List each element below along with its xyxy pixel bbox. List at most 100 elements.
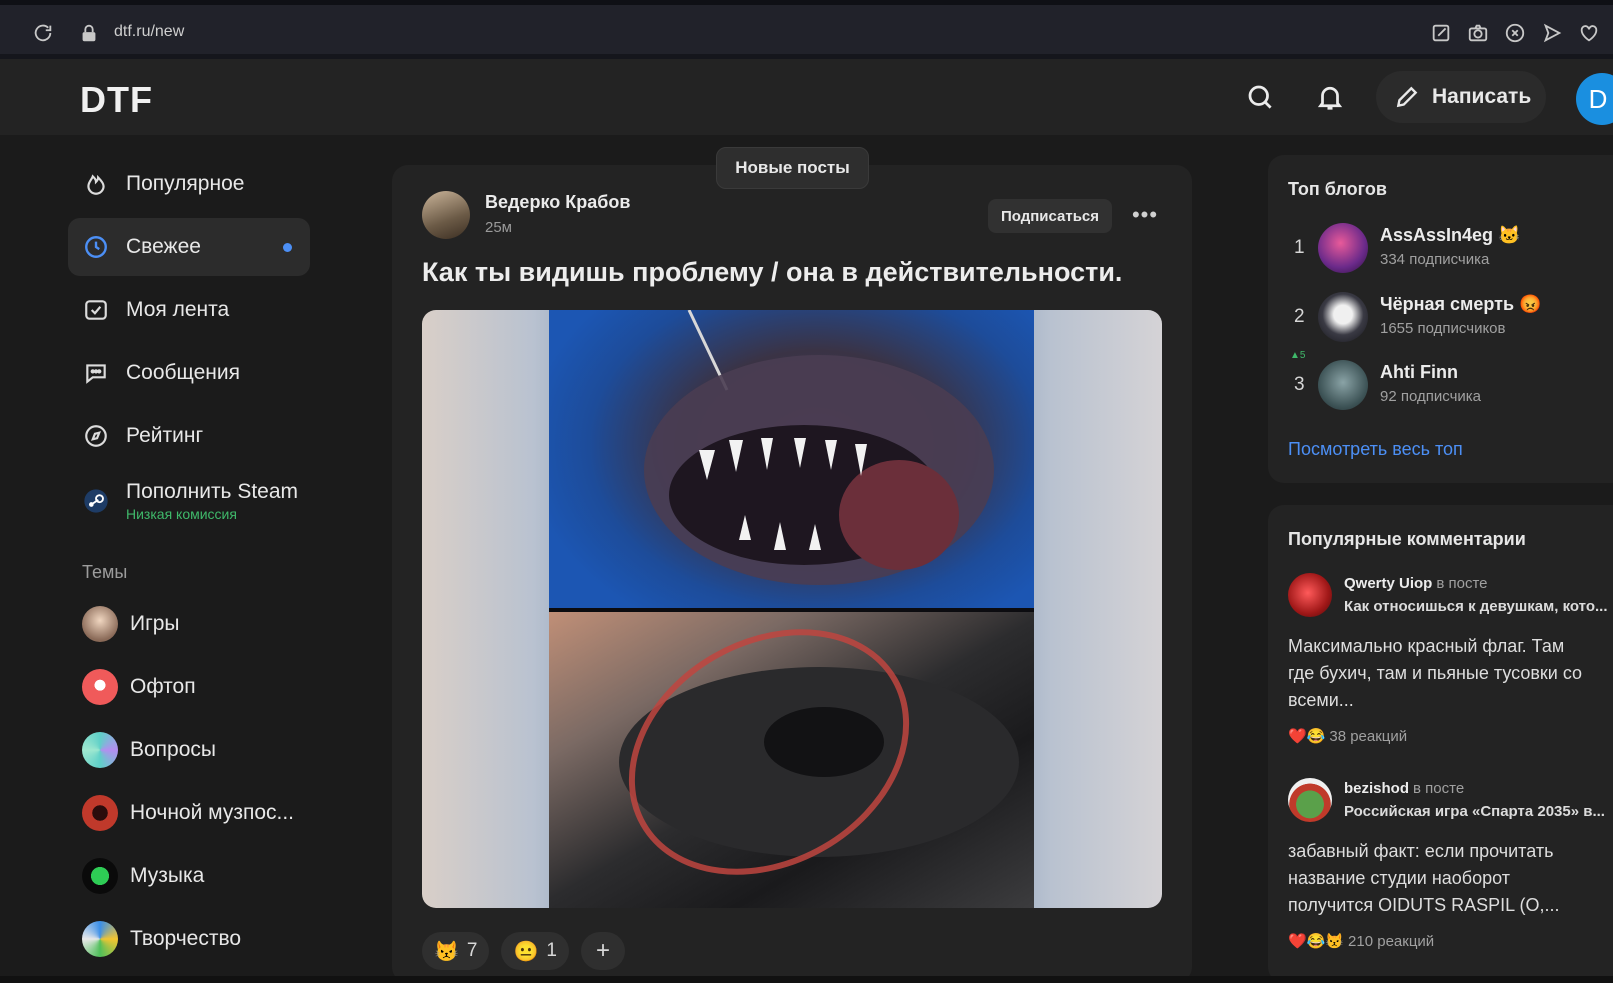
topic-avatar <box>82 732 118 768</box>
reaction-count: 210 реакций <box>1348 932 1435 950</box>
topic-games[interactable]: Игры <box>68 595 318 653</box>
glove-photo <box>549 612 1034 908</box>
popular-comments-title: Популярные комментарии <box>1288 529 1526 549</box>
write-button-label: Написать <box>1432 85 1532 108</box>
site-header: DTF Написать D <box>0 59 1613 135</box>
reaction-emoji: 😐 <box>513 940 539 963</box>
topic-creativity[interactable]: Творчество <box>68 910 318 968</box>
rank-change: ▲5 <box>1290 350 1306 361</box>
blog-avatar <box>1318 360 1368 410</box>
browser-toolbar: dtf.ru/new <box>0 0 1613 58</box>
sidebar: Популярное Свежее Моя лента Сообщения Ре… <box>68 155 318 973</box>
topic-label: Творчество <box>130 927 242 950</box>
topic-avatar <box>82 921 118 957</box>
sidebar-item-label: Сообщения <box>126 361 240 384</box>
comment-post-link[interactable]: Российская игра «Спарта 2035» в... <box>1344 803 1613 820</box>
fire-icon <box>82 170 110 198</box>
sidebar-item-label: Моя лента <box>126 298 230 321</box>
edit-icon[interactable] <box>1430 22 1452 44</box>
topic-avatar <box>82 606 118 642</box>
reload-icon[interactable] <box>32 22 54 44</box>
sidebar-item-fresh[interactable]: Свежее <box>68 218 310 276</box>
blog-avatar <box>1318 223 1368 273</box>
sidebar-item-label: Свежее <box>126 235 201 258</box>
comment-author[interactable]: Qwerty Uiop в посте <box>1344 575 1488 592</box>
blog-rank: 3 <box>1294 374 1305 395</box>
sidebar-item-messages[interactable]: Сообщения <box>68 344 318 402</box>
post-card: Ведерко Крабов 25м Подписаться ••• Как т… <box>392 165 1192 983</box>
blog-rank: 2 <box>1294 306 1305 327</box>
lock-icon[interactable] <box>78 22 100 44</box>
heart-icon[interactable] <box>1578 22 1600 44</box>
search-icon[interactable] <box>1245 82 1275 112</box>
blog-row[interactable]: 1 AssAssIn4eg 🐱 334 подписчика <box>1288 223 1613 279</box>
add-reaction-button[interactable]: + <box>580 932 625 970</box>
new-posts-button[interactable]: Новые посты <box>716 147 869 189</box>
top-blogs-panel: Топ блогов 1 AssAssIn4eg 🐱 334 подписчик… <box>1268 155 1613 483</box>
topic-avatar <box>82 669 118 705</box>
blog-row[interactable]: ▲5 3 Ahti Finn 92 подписчика <box>1288 350 1613 416</box>
comment-avatar <box>1288 778 1332 822</box>
reaction-button[interactable]: 😐 1 <box>501 932 569 970</box>
topic-label: Игры <box>130 612 180 635</box>
comment-reactions[interactable]: ❤️😂 38 реакций <box>1288 727 1408 746</box>
sidebar-item-my-feed[interactable]: Моя лента <box>68 281 318 339</box>
topic-label: Вопросы <box>130 738 217 761</box>
topic-night-music[interactable]: Ночной музпос... <box>68 784 318 842</box>
steam-sub-label: Низкая комиссия <box>126 506 237 522</box>
sidebar-item-rating[interactable]: Рейтинг <box>68 407 318 465</box>
popular-comments-panel: Популярные комментарии Qwerty Uiop в пост… <box>1268 505 1613 983</box>
author-name[interactable]: Ведерко Крабов <box>485 192 630 213</box>
unread-dot <box>283 243 292 252</box>
chat-icon <box>82 359 110 387</box>
sidebar-item-label: Популярное <box>126 172 245 195</box>
pencil-icon <box>1396 86 1418 108</box>
comment-text: забавный факт: если прочитать название с… <box>1288 841 1560 915</box>
steam-icon <box>82 487 110 515</box>
sidebar-item-steam[interactable]: Пополнить Steam Низкая комиссия <box>68 470 318 532</box>
compass-icon <box>82 422 110 450</box>
reaction-button[interactable]: 😾 7 <box>422 932 490 970</box>
comment-post-link[interactable]: Как относишься к девушкам, кото... <box>1344 598 1613 615</box>
user-avatar[interactable]: D <box>1576 73 1613 125</box>
post-image[interactable] <box>422 310 1162 908</box>
comment-card[interactable]: Qwerty Uiop в посте Как относишься к деву… <box>1288 573 1613 753</box>
camera-icon[interactable] <box>1467 22 1489 44</box>
blog-name: AssAssIn4eg 🐱 <box>1380 225 1521 245</box>
topic-label: Офтоп <box>130 675 196 698</box>
sidebar-item-label: Рейтинг <box>126 424 204 447</box>
blog-rank: 1 <box>1294 237 1305 258</box>
top-blogs-title: Топ блогов <box>1288 179 1387 199</box>
blog-name: Ahti Finn <box>1380 362 1458 382</box>
reaction-emoji: 😾 <box>434 940 459 963</box>
more-options-icon[interactable]: ••• <box>1130 201 1160 231</box>
topic-offtop[interactable]: Офтоп <box>68 658 318 716</box>
comment-text: Максимально красный флаг. Там где бухич,… <box>1288 636 1583 710</box>
subscribe-button[interactable]: Подписаться <box>988 199 1112 233</box>
reaction-count: 38 реакций <box>1329 727 1408 745</box>
see-all-top-link[interactable]: Посмотреть весь топ <box>1288 439 1463 460</box>
write-button[interactable]: Написать <box>1376 71 1546 123</box>
address-bar[interactable]: dtf.ru/new <box>114 23 184 41</box>
site-logo[interactable]: DTF <box>80 79 153 121</box>
topic-music[interactable]: Музыка <box>68 847 318 905</box>
post-time: 25м <box>485 219 512 236</box>
topic-label: Музыка <box>130 864 205 887</box>
comment-author[interactable]: bezishod в посте <box>1344 780 1464 797</box>
comment-reactions[interactable]: ❤️😂😾 210 реакций <box>1288 932 1435 951</box>
steam-label: Пополнить Steam <box>126 480 299 503</box>
reaction-count: 7 <box>466 940 478 961</box>
blog-row[interactable]: 2 Чёрная смерть 😡 1655 подписчиков <box>1288 292 1613 348</box>
bell-icon[interactable] <box>1315 82 1345 112</box>
topic-questions[interactable]: Вопросы <box>68 721 318 779</box>
clock-icon <box>82 233 110 261</box>
comment-card[interactable]: bezishod в посте Российская игра «Спарта … <box>1288 778 1613 958</box>
reactions-bar: 😾 7 😐 1 + <box>422 932 625 970</box>
post-title[interactable]: Как ты видишь проблему / она в действите… <box>422 257 1122 288</box>
reaction-emojis: ❤️😂 <box>1288 728 1326 745</box>
shield-icon[interactable] <box>1504 22 1526 44</box>
sidebar-item-popular[interactable]: Популярное <box>68 155 318 213</box>
send-icon[interactable] <box>1541 22 1563 44</box>
author-avatar[interactable] <box>422 191 470 239</box>
blog-subscribers: 92 подписчика <box>1380 388 1482 405</box>
